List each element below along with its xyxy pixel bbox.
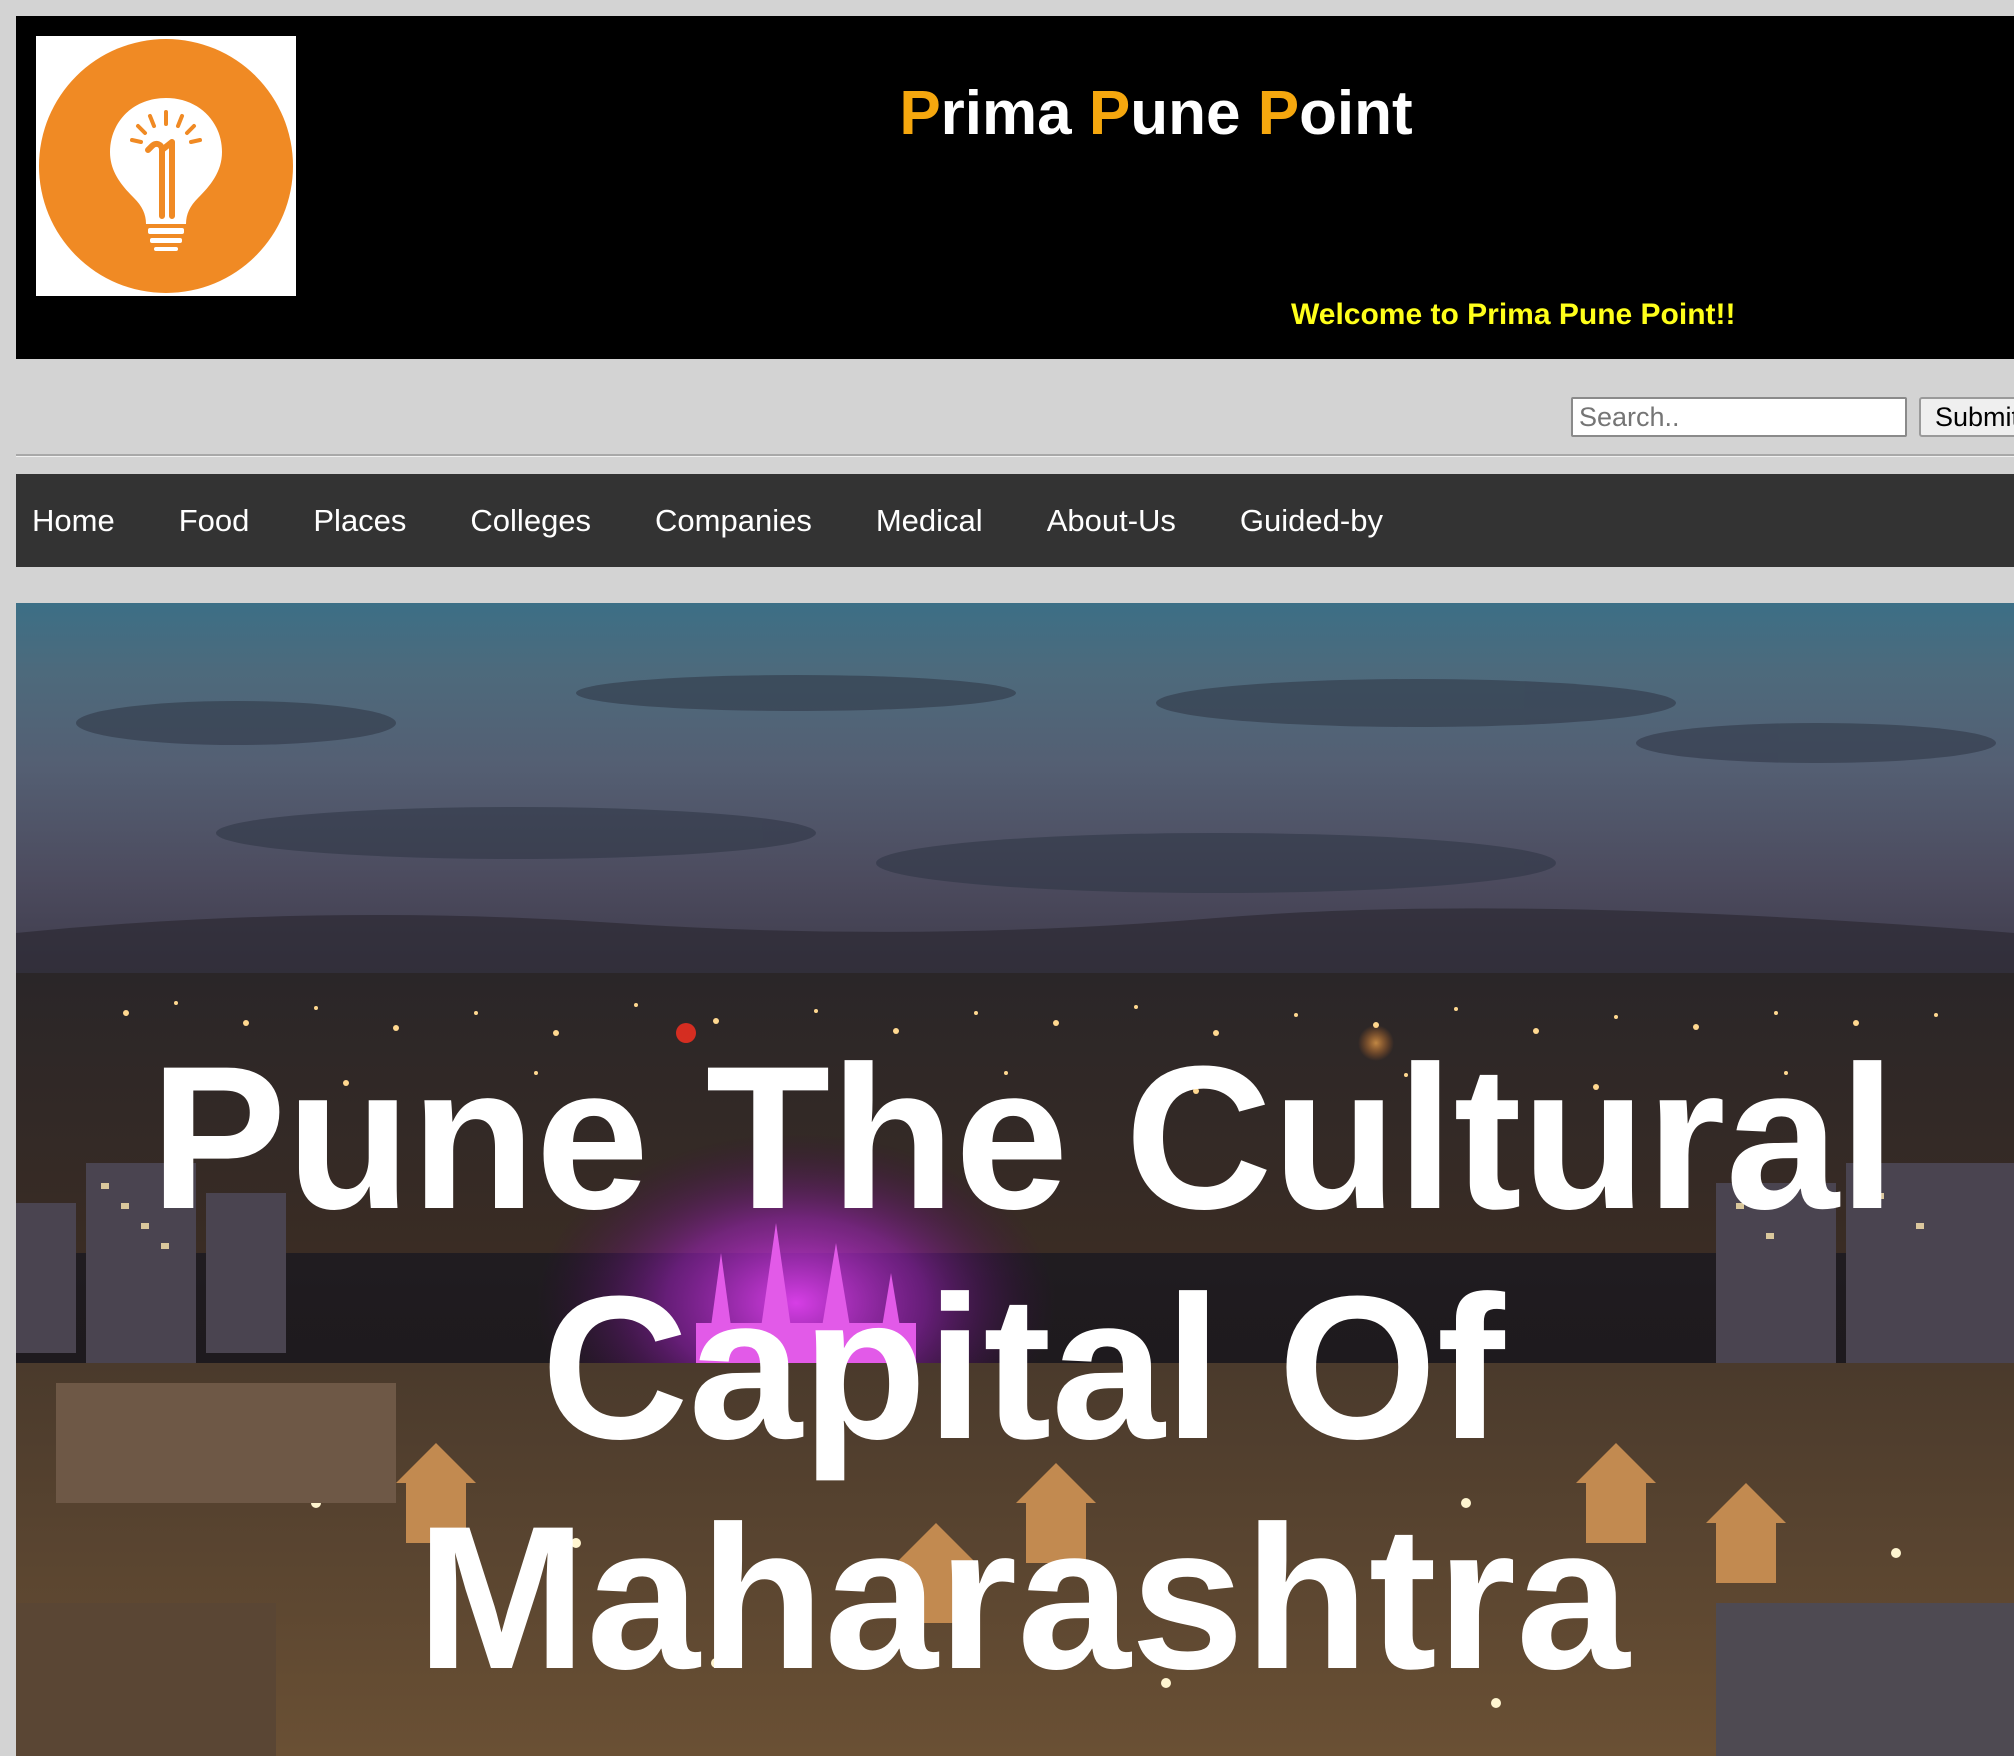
site-title-word-1: Prima xyxy=(899,79,1071,148)
logo[interactable] xyxy=(36,36,296,296)
nav-item-companies[interactable]: Companies xyxy=(655,503,844,539)
lightbulb-icon xyxy=(39,39,293,293)
nav-item-guided-by[interactable]: Guided-by xyxy=(1240,503,1415,539)
site-header: Prima Pune Point Welcome to Prima Pune P… xyxy=(16,16,2014,359)
title-initial: P xyxy=(1088,79,1131,148)
site-title-word-2: Pune xyxy=(1089,79,1241,148)
search-input[interactable] xyxy=(1571,397,1907,437)
nav-item-home[interactable]: Home xyxy=(32,503,147,539)
title-rest: une xyxy=(1130,79,1241,148)
hero-banner: Pune The Cultural Capital Of Maharashtra xyxy=(16,603,2014,1756)
nav-item-colleges[interactable]: Colleges xyxy=(470,503,623,539)
page: Prima Pune Point Welcome to Prima Pune P… xyxy=(0,0,2014,1756)
title-rest: rima xyxy=(940,79,1072,148)
site-title-word-3: Point xyxy=(1258,79,1413,148)
divider xyxy=(16,454,2014,457)
submit-button[interactable]: Submit xyxy=(1919,397,2014,437)
hero-title: Pune The Cultural Capital Of Maharashtra xyxy=(150,1024,1896,1712)
nav-item-places[interactable]: Places xyxy=(313,503,438,539)
nav-item-medical[interactable]: Medical xyxy=(876,503,1015,539)
nav-item-food[interactable]: Food xyxy=(179,503,282,539)
site-title: Prima Pune Point xyxy=(16,78,2014,149)
title-rest: oint xyxy=(1299,79,1413,148)
title-initial: P xyxy=(1257,79,1300,148)
nav-item-about-us[interactable]: About-Us xyxy=(1047,503,1208,539)
title-initial: P xyxy=(899,79,941,148)
main-nav: Home Food Places Colleges Companies Medi… xyxy=(16,474,2014,567)
welcome-message: Welcome to Prima Pune Point!! xyxy=(1291,298,1736,331)
